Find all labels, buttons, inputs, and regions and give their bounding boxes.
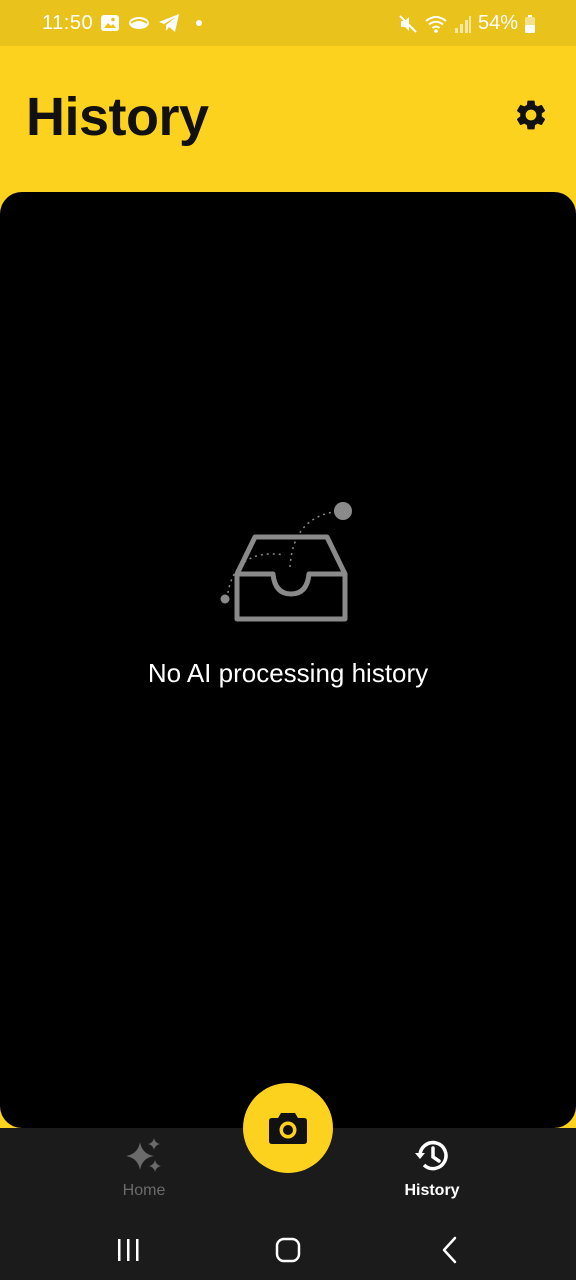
back-button[interactable]	[432, 1232, 468, 1268]
nav-item-history[interactable]: History	[362, 1136, 502, 1208]
battery-icon	[524, 14, 536, 34]
nav-label-history: History	[404, 1182, 460, 1199]
camera-button[interactable]	[243, 1083, 333, 1173]
sparkles-icon	[126, 1138, 161, 1172]
camera-icon	[269, 1113, 307, 1144]
history-content: No AI processing history	[0, 192, 576, 1128]
nav-item-home[interactable]: Home	[74, 1136, 214, 1208]
settings-button[interactable]	[512, 96, 550, 134]
wifi-icon	[424, 14, 448, 34]
recents-button[interactable]	[110, 1232, 146, 1268]
notification-icons	[100, 13, 202, 33]
back-icon	[442, 1236, 457, 1264]
status-time: 11:50	[42, 12, 94, 34]
home-button[interactable]	[270, 1232, 306, 1268]
page-title: History	[26, 87, 209, 147]
home-icon	[275, 1237, 301, 1263]
telegram-icon	[158, 13, 180, 33]
cloud-icon	[128, 13, 150, 33]
nav-label-home: Home	[122, 1182, 166, 1199]
empty-state-message: No AI processing history	[147, 658, 429, 688]
empty-inbox-icon	[215, 497, 365, 627]
signal-icon	[454, 14, 472, 34]
battery-percent: 54%	[477, 12, 518, 34]
history-icon	[415, 1140, 448, 1171]
gallery-icon	[100, 13, 120, 33]
dot-icon	[196, 20, 202, 26]
app-screen: 11:50 54% History No AI processing histo…	[0, 0, 576, 1280]
system-status-icons: 54%	[398, 12, 536, 35]
status-bar: 11:50 54%	[0, 0, 576, 46]
app-header: History	[0, 46, 576, 196]
system-navigation-bar	[0, 1218, 576, 1280]
gear-icon	[516, 100, 546, 130]
recents-icon	[118, 1239, 139, 1261]
mute-icon	[398, 14, 418, 34]
